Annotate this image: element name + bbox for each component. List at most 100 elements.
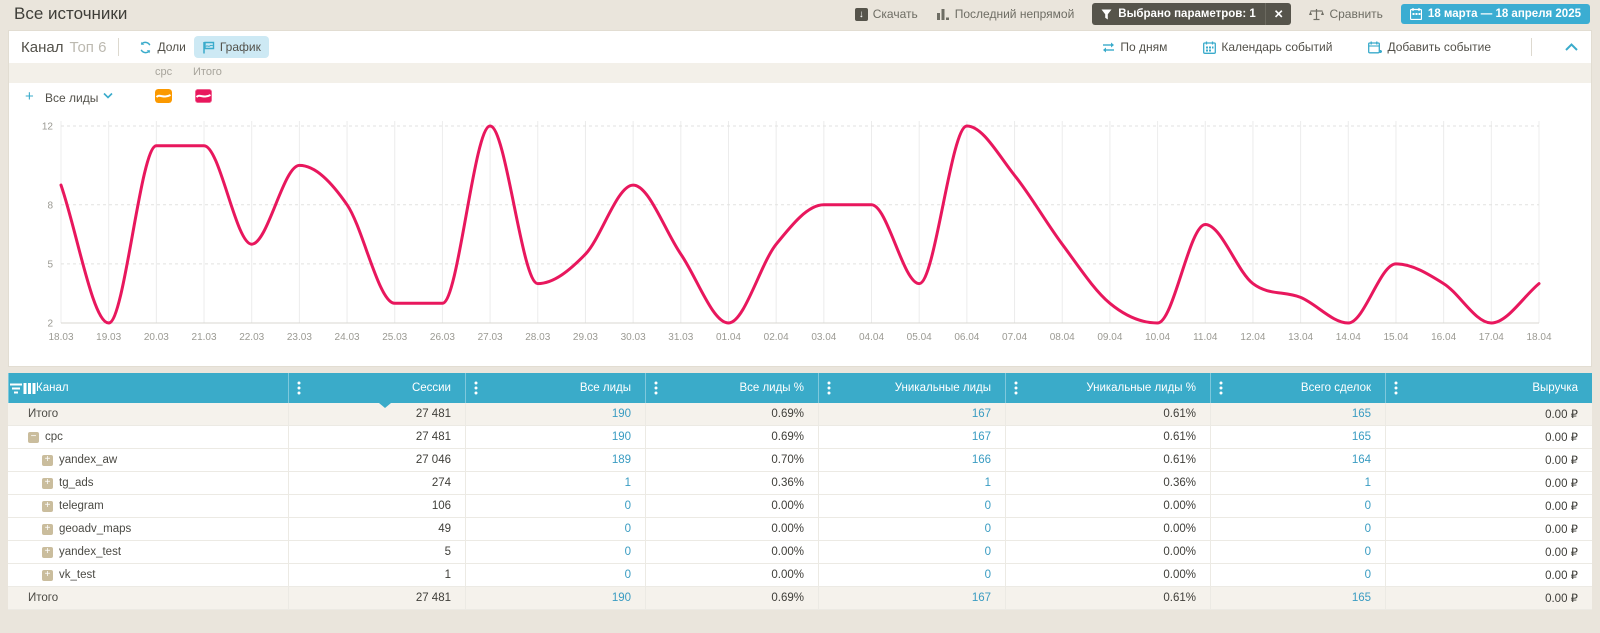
channel-cell: Итого [8, 587, 288, 609]
x-axis-label: 22.03 [239, 332, 264, 343]
channel-label: telegram [59, 500, 104, 512]
column-header-1[interactable]: Канал [8, 373, 288, 403]
graph-toggle[interactable]: График [194, 36, 269, 58]
collapse-icon[interactable]: − [28, 432, 39, 443]
expand-icon[interactable]: + [42, 524, 53, 535]
cell-Уникальные лиды[interactable]: 0 [818, 495, 1005, 517]
expand-icon[interactable]: + [42, 501, 53, 512]
column-label: Сессии [412, 382, 451, 394]
filter-icon[interactable] [9, 383, 23, 394]
column-header-3[interactable]: Все лиды [465, 373, 645, 403]
x-axis-label: 30.03 [621, 332, 646, 343]
attribution-model-button[interactable]: Последний непрямой [936, 7, 1075, 21]
cell-Уникальные лиды[interactable]: 166 [818, 449, 1005, 471]
cell-Все лиды[interactable]: 190 [465, 587, 645, 609]
metric-selector[interactable]: Все лиды [45, 91, 98, 105]
x-axis-label: 20.03 [144, 332, 169, 343]
chevron-down-icon[interactable] [103, 92, 113, 99]
expand-icon[interactable]: + [42, 478, 53, 489]
column-menu-icon[interactable] [827, 381, 831, 395]
cell-Всего сделок[interactable]: 0 [1210, 564, 1385, 586]
cell-Все лиды[interactable]: 0 [465, 564, 645, 586]
add-metric-button[interactable]: + [25, 88, 34, 105]
cell-Все лиды %: 0.00% [645, 518, 818, 540]
top-bar: Все источники ↓ Скачать Последний непрям… [0, 0, 1600, 28]
series-line-total [61, 126, 1539, 323]
x-axis-label: 11.04 [1193, 332, 1218, 343]
cell-Всего сделок[interactable]: 0 [1210, 541, 1385, 563]
cell-Сессии: 106 [288, 495, 465, 517]
cell-Всего сделок[interactable]: 0 [1210, 518, 1385, 540]
cell-Все лиды[interactable]: 190 [465, 426, 645, 448]
columns-icon[interactable] [23, 383, 36, 394]
cell-Уникальные лиды[interactable]: 167 [818, 403, 1005, 425]
cell-Всего сделок[interactable]: 165 [1210, 426, 1385, 448]
channel-label: yandex_test [59, 546, 121, 558]
table-row: Итого27 4811900.69%1670.61%1650.00 ₽ [8, 403, 1592, 426]
column-header-2[interactable]: Сессии [288, 373, 465, 403]
funnel-icon [1101, 9, 1112, 20]
channel-label: yandex_aw [59, 454, 117, 466]
by-days-button[interactable]: По дням [1094, 36, 1175, 58]
calendar-grid-icon [1203, 41, 1216, 54]
cell-Все лиды[interactable]: 0 [465, 541, 645, 563]
cell-Всего сделок[interactable]: 0 [1210, 495, 1385, 517]
chart-card: Канал Топ 6 Доли График [8, 30, 1592, 367]
column-menu-icon[interactable] [297, 381, 301, 395]
channel-cell: −cpc [8, 426, 288, 448]
collapse-chart-icon[interactable] [1564, 42, 1579, 52]
cell-Уникальные лиды[interactable]: 1 [818, 472, 1005, 494]
cell-Уникальные лиды[interactable]: 0 [818, 518, 1005, 540]
series-swatch-total[interactable] [195, 89, 212, 103]
cell-Сессии: 27 481 [288, 587, 465, 609]
x-axis-label: 18.04 [1526, 332, 1551, 343]
x-axis-label: 08.04 [1050, 332, 1075, 343]
scales-icon [1309, 8, 1324, 21]
download-button[interactable]: ↓ Скачать [855, 7, 918, 21]
top-n-label[interactable]: Топ 6 [69, 39, 106, 56]
expand-icon[interactable]: + [42, 455, 53, 466]
column-menu-icon[interactable] [1014, 381, 1018, 395]
cell-Все лиды[interactable]: 0 [465, 518, 645, 540]
expand-icon[interactable]: + [42, 547, 53, 558]
series-swatch-cpc[interactable] [155, 89, 172, 103]
shares-toggle[interactable]: Доли [131, 36, 193, 58]
cell-Уникальные лиды[interactable]: 167 [818, 426, 1005, 448]
table-row: −cpc27 4811900.69%1670.61%1650.00 ₽ [8, 426, 1592, 449]
add-event-button[interactable]: Добавить событие [1360, 36, 1499, 58]
cell-Уникальные лиды[interactable]: 167 [818, 587, 1005, 609]
cell-Уникальные лиды[interactable]: 0 [818, 564, 1005, 586]
events-calendar-button[interactable]: Календарь событий [1195, 36, 1340, 58]
cell-Все лиды[interactable]: 1 [465, 472, 645, 494]
cell-Все лиды[interactable]: 190 [465, 403, 645, 425]
column-menu-icon[interactable] [1219, 381, 1223, 395]
cell-Всего сделок[interactable]: 1 [1210, 472, 1385, 494]
cell-Все лиды[interactable]: 189 [465, 449, 645, 471]
cell-Всего сделок[interactable]: 164 [1210, 449, 1385, 471]
expand-icon[interactable]: + [42, 570, 53, 581]
channel-label: tg_ads [59, 477, 94, 489]
column-menu-icon[interactable] [1394, 381, 1398, 395]
x-axis-label: 06.04 [954, 332, 979, 343]
cell-Все лиды[interactable]: 0 [465, 495, 645, 517]
table-header: КаналСессииВсе лидыВсе лиды %Уникальные … [8, 373, 1592, 403]
compare-button[interactable]: Сравнить [1309, 7, 1382, 21]
column-header-6[interactable]: Уникальные лиды % [1005, 373, 1210, 403]
selected-params-button[interactable]: Выбрано параметров: 1 [1092, 3, 1265, 25]
cell-Уникальные лиды[interactable]: 0 [818, 541, 1005, 563]
x-axis-label: 09.04 [1097, 332, 1122, 343]
column-label: Всего сделок [1301, 382, 1371, 394]
clear-params-button[interactable]: ✕ [1265, 3, 1292, 25]
cell-Всего сделок[interactable]: 165 [1210, 403, 1385, 425]
channel-label: Итого [28, 592, 58, 604]
column-menu-icon[interactable] [474, 381, 478, 395]
cell-Выручка: 0.00 ₽ [1385, 403, 1592, 425]
cell-Всего сделок[interactable]: 165 [1210, 587, 1385, 609]
column-header-8[interactable]: Выручка [1385, 373, 1592, 403]
column-menu-icon[interactable] [654, 381, 658, 395]
column-header-7[interactable]: Всего сделок [1210, 373, 1385, 403]
column-header-5[interactable]: Уникальные лиды [818, 373, 1005, 403]
column-header-4[interactable]: Все лиды % [645, 373, 818, 403]
cell-Уникальные лиды %: 0.36% [1005, 472, 1210, 494]
date-range-button[interactable]: 18 марта — 18 апреля 2025 [1401, 4, 1590, 24]
